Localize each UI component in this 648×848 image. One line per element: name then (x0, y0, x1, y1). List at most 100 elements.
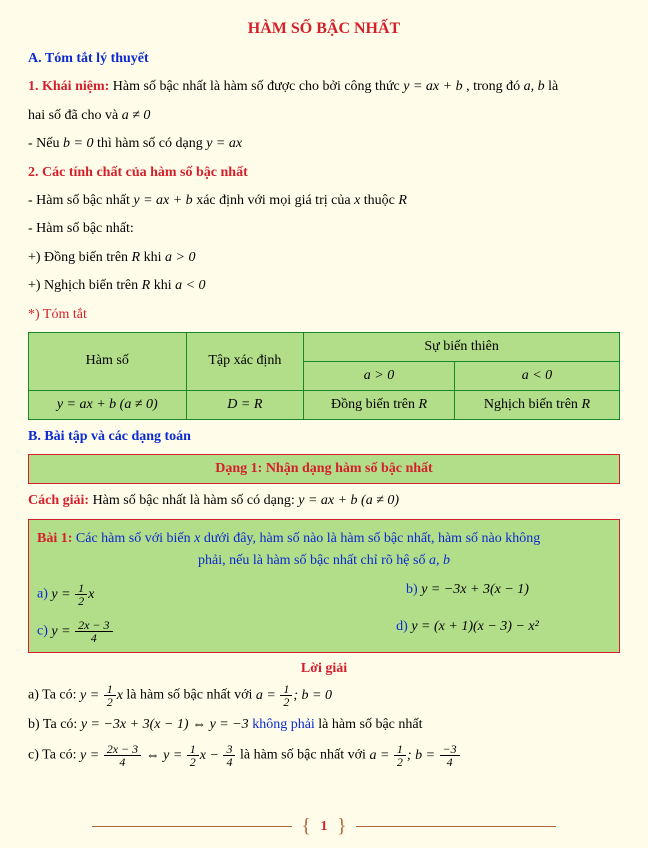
brace-left-icon: { (301, 815, 311, 837)
sb-pre: b) Ta có: (28, 717, 81, 732)
sol-c: c) Ta có: y = 2x − 34 ⇔ y = 12x − 34 là … (28, 743, 620, 768)
p4r: R (142, 278, 151, 293)
concept-note: - Nếu b = 0 thì hàm số có dạng y = ax (28, 133, 620, 155)
td-dong-r: R (418, 397, 427, 412)
section-2-heading: 2. Các tính chất của hàm số bậc nhất (28, 162, 620, 184)
p4b: khi (154, 278, 175, 293)
bai1-x: x (194, 531, 200, 546)
section-b-heading: B. Bài tập và các dạng toán (28, 426, 620, 448)
concept-line-1: 1. Khái niệm: Hàm số bậc nhất là hàm số … (28, 76, 620, 98)
frac-icon: 34 (223, 743, 235, 768)
p1a: - Hàm số bậc nhất (28, 193, 133, 208)
option-b: b) y = −3x + 3(x − 1) (324, 582, 611, 607)
p4c: a < 0 (175, 278, 205, 293)
td-dong-text: Đồng biến trên (331, 397, 418, 412)
td-nghich-text: Nghịch biến trên (484, 397, 582, 412)
bai1-l2b: a, b (429, 553, 450, 568)
solution-heading: Lời giải (28, 661, 620, 677)
p1d: x (354, 193, 360, 208)
p1c: xác định với mọi giá trị của (196, 193, 354, 208)
bai1-label: Bài 1: (37, 531, 72, 546)
frac-icon: 12 (280, 683, 292, 708)
sa-pre: a) Ta có: (28, 688, 80, 703)
concept-eq: y = ax + b (403, 79, 462, 94)
p3c: a > 0 (165, 250, 195, 265)
frac-icon: 2x − 34 (104, 743, 141, 768)
sc-pre: c) Ta có: (28, 748, 80, 763)
frac-icon: 12 (104, 683, 116, 708)
concept-ane0: a ≠ 0 (122, 108, 151, 123)
p1f: R (398, 193, 407, 208)
table-row: y = ax + b (a ≠ 0) D = R Đồng biến trên … (29, 390, 620, 419)
p3b: khi (144, 250, 165, 265)
sa-mid: là hàm số bậc nhất với (126, 688, 255, 703)
divider-right-icon (356, 826, 556, 827)
prop-1: - Hàm số bậc nhất y = ax + b xác định vớ… (28, 190, 620, 212)
p1e: thuộc (364, 193, 399, 208)
options-grid: a) y = 12x b) y = −3x + 3(x − 1) c) y = … (37, 582, 611, 644)
sc-eq: y = 2x − 34 ⇔ y = 12x − 34 (80, 748, 240, 763)
sol-a: a) Ta có: y = 12x là hàm số bậc nhất với… (28, 683, 620, 708)
concept-text-3: là (548, 79, 558, 94)
opt-a-suf: x (88, 587, 94, 602)
note-b: b = 0 (63, 136, 93, 151)
frac-icon: 2x − 34 (75, 619, 112, 644)
opt-c-eq: y = 2x − 34 (51, 624, 113, 639)
sa-ab: a = 12; b = 0 (256, 688, 332, 703)
opt-d-eq: y = (x + 1)(x − 3) − x² (411, 619, 539, 634)
opt-a-eq: y = 12x (51, 587, 94, 602)
opt-d-label: d) (396, 619, 408, 634)
option-c: c) y = 2x − 34 (37, 619, 324, 644)
summary-label: *) Tóm tắt (28, 304, 620, 326)
dang-1-box: Dạng 1: Nhận dạng hàm số bậc nhất (28, 454, 620, 484)
option-a: a) y = 12x (37, 582, 324, 607)
frac-icon: 12 (75, 582, 87, 607)
note-c: thì hàm số có dạng (97, 136, 206, 151)
concept-text-1: Hàm số bậc nhất là hàm số được cho bởi c… (113, 79, 403, 94)
concept-label: 1. Khái niệm: (28, 79, 109, 94)
opt-b-eq: y = −3x + 3(x − 1) (421, 582, 529, 597)
concept-line2a: hai số đã cho và (28, 108, 122, 123)
opt-c-label: c) (37, 624, 48, 639)
section-a-heading: A. Tóm tắt lý thuyết (28, 48, 620, 70)
sc-mid2: là hàm số bậc nhất với (240, 748, 369, 763)
sb-kp: không phải (252, 717, 315, 732)
sb-post: là hàm số bậc nhất (318, 717, 422, 732)
p3a: +) Đồng biến trên (28, 250, 132, 265)
prop-3: +) Đồng biến trên R khi a > 0 (28, 247, 620, 269)
bai1-line2: phải, nếu là hàm số bậc nhất chỉ rõ hệ s… (37, 550, 611, 572)
sb-eq: y = −3x + 3(x − 1) ⇔ y = −3 (81, 717, 252, 732)
opt-c-pre: y = (51, 624, 74, 639)
th-hamso: Hàm số (29, 332, 187, 390)
concept-line-2: hai số đã cho và a ≠ 0 (28, 105, 620, 127)
note-d: y = ax (206, 136, 242, 151)
bai1-t2: dưới đây, hàm số nào là hàm số bậc nhất,… (204, 531, 540, 546)
sol-b: b) Ta có: y = −3x + 3(x − 1) ⇔ y = −3 kh… (28, 714, 620, 736)
td-nghich-r: R (581, 397, 590, 412)
page: HÀM SỐ BẬC NHẤT A. Tóm tắt lý thuyết 1. … (0, 0, 648, 848)
frac-icon: 12 (187, 743, 199, 768)
th-agt: a > 0 (304, 361, 455, 390)
opt-a-label: a) (37, 587, 48, 602)
bai-1-box: Bài 1: Các hàm số với biến x dưới đây, h… (28, 519, 620, 654)
frac-icon: 12 (394, 743, 406, 768)
th-alt: a < 0 (454, 361, 619, 390)
p4a: +) Nghịch biến trên (28, 278, 142, 293)
prop-2: - Hàm số bậc nhất: (28, 218, 620, 240)
td-dr: D = R (186, 390, 304, 419)
page-number: 1 (321, 819, 328, 834)
brace-right-icon: } (337, 815, 347, 837)
td-nghich: Nghịch biến trên R (454, 390, 619, 419)
th-txd: Tập xác định (186, 332, 304, 390)
td-dong: Đồng biến trên R (304, 390, 455, 419)
sa-eq: y = 12x (80, 688, 126, 703)
cg-eq: y = ax + b (a ≠ 0) (298, 493, 399, 508)
opt-b-label: b) (406, 582, 418, 597)
cg-label: Cách giải: (28, 493, 89, 508)
note-a: - Nếu (28, 136, 63, 151)
page-title: HÀM SỐ BẬC NHẤT (28, 20, 620, 38)
frac-icon: −34 (440, 743, 460, 768)
p1b: y = ax + b (133, 193, 192, 208)
option-d: d) y = (x + 1)(x − 3) − x² (324, 619, 611, 644)
bai1-head: Bài 1: Các hàm số với biến x dưới đây, h… (37, 528, 611, 573)
